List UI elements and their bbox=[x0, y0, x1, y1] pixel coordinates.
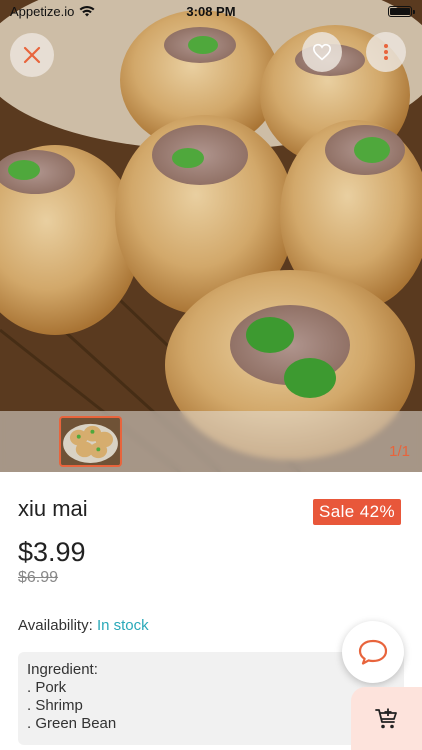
more-vertical-icon bbox=[384, 44, 388, 60]
stock-status: In stock bbox=[96, 617, 149, 634]
chat-button[interactable] bbox=[342, 621, 404, 683]
ingredient-item: . Shrimp bbox=[27, 697, 83, 714]
heart-icon bbox=[312, 43, 332, 61]
thumbnail-image bbox=[61, 418, 120, 465]
price: $3.99 bbox=[18, 537, 86, 567]
add-to-cart-button[interactable] bbox=[351, 687, 422, 750]
wifi-icon bbox=[79, 5, 95, 17]
dumpling-photo bbox=[0, 0, 422, 472]
sale-badge: Sale 42% bbox=[313, 499, 401, 525]
thumbnail-selected[interactable] bbox=[59, 416, 122, 467]
ingredient-item: . Green Bean bbox=[27, 715, 117, 732]
more-options-button[interactable] bbox=[366, 32, 406, 72]
availability-label: Availability: bbox=[18, 617, 93, 634]
close-icon bbox=[23, 46, 41, 64]
chat-bubble-icon bbox=[358, 639, 388, 665]
favorite-button[interactable] bbox=[302, 32, 342, 72]
ingredients-heading: Ingredient: bbox=[27, 661, 98, 678]
thumbnail-strip: 1/1 bbox=[0, 411, 422, 472]
close-button[interactable] bbox=[10, 33, 54, 77]
battery-icon bbox=[388, 5, 415, 17]
old-price: $6.99 bbox=[18, 569, 59, 586]
add-to-cart-icon bbox=[374, 708, 397, 728]
status-bar: Appetize.io 3:08 PM bbox=[0, 0, 422, 22]
product-image[interactable] bbox=[0, 0, 422, 472]
availability: Availability: In stock bbox=[18, 617, 149, 634]
image-counter: 1/1 bbox=[389, 443, 410, 460]
carrier-label: Appetize.io bbox=[10, 3, 75, 19]
carrier: Appetize.io bbox=[10, 4, 95, 19]
product-name: xiu mai bbox=[18, 496, 88, 521]
ingredient-item: . Pork bbox=[27, 679, 67, 696]
